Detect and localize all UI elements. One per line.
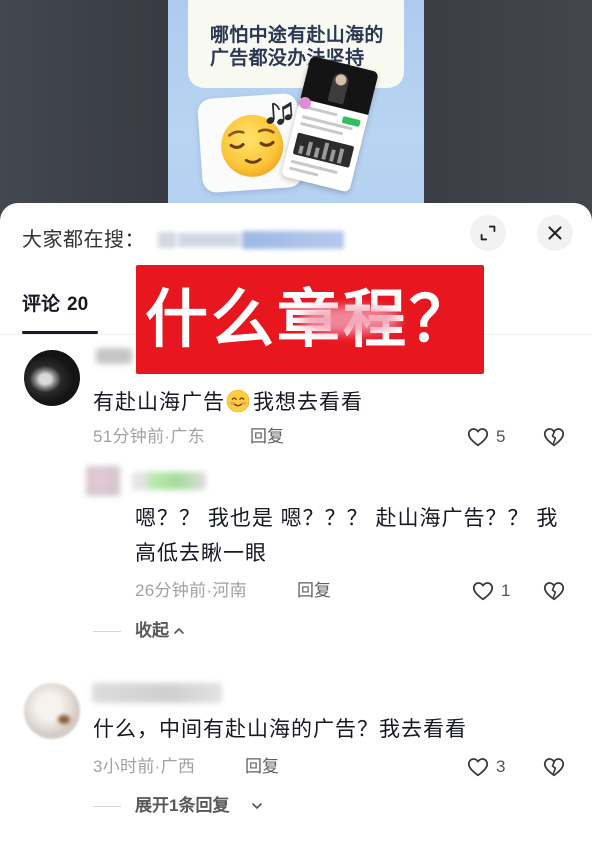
heart-icon [467,758,489,777]
like-button[interactable]: 1 [471,578,510,604]
comment-text-line: 嗯？？ 我也是 嗯？？？ 赴山海广告？？ 我 [135,507,559,530]
reply-button[interactable]: 回复 [297,580,331,602]
broken-heart-icon [543,758,565,777]
expand-icon [480,225,496,241]
decorative-dot [299,97,311,109]
tab-comments[interactable]: 评论 20 [22,292,88,318]
dislike-button[interactable] [540,754,568,780]
music-notes-icon [266,102,293,125]
expand-button[interactable] [470,215,506,251]
comment-text-part: 我想去看看 [253,391,363,414]
reply-button[interactable]: 回复 [250,426,284,448]
search-suggestion[interactable]: 大家都在搜： [22,226,352,254]
like-count: 3 [496,757,506,776]
avatar[interactable] [24,683,80,739]
comment-text-line: 高低去瞅一眼 [135,542,267,565]
username-blurred[interactable] [92,683,222,703]
expand-replies-button[interactable]: 展开1条回复 [93,795,293,817]
overlay-caption-banner: 什么章程？ [136,265,484,374]
expand-replies-label: 展开1条回复 [135,796,230,815]
banner-smudge [300,306,400,334]
video-background[interactable]: 哪怕中途有赴山海的 广告都没办法坚持 [0,0,592,230]
relieved-face-with-music-notes-icon [221,102,293,177]
username-blurred[interactable] [132,472,206,490]
chevron-down-icon [252,803,262,809]
comment-time-location: 3小时前·广西 [93,757,196,776]
smiling-face-emoji-icon [226,389,250,413]
search-keyword-blurred[interactable] [158,228,344,252]
like-count: 5 [496,427,506,446]
like-count: 1 [501,581,511,600]
avatar[interactable] [86,466,120,496]
dislike-button[interactable] [540,424,568,450]
close-button[interactable] [537,215,573,251]
avatar[interactable] [24,350,80,406]
comment-text: 有赴山海广告 我想去看看 [93,389,363,417]
chevron-up-icon [174,628,184,634]
tab-label: 评论 [22,294,61,315]
broken-heart-icon [543,428,565,447]
search-suggestion-label: 大家都在搜： [22,229,145,251]
caption-line: 哪怕中途有赴山海的 [210,25,384,46]
close-icon [548,226,562,240]
dislike-button[interactable] [540,578,568,604]
collapse-label: 收起 [135,621,169,640]
tab-count: 20 [67,294,89,315]
like-button[interactable]: 3 [466,754,505,780]
comment-time-location: 51分钟前·广东 [93,427,205,446]
video-thumbnail-card: 哪怕中途有赴山海的 广告都没办法坚持 [168,0,424,230]
comment-time-location: 26分钟前·河南 [135,581,247,600]
heart-icon [467,428,489,447]
broken-heart-icon [543,582,565,601]
divider-line [93,631,121,632]
comment-sheet-screen: 哪怕中途有赴山海的 广告都没办法坚持 大家都在搜： 评论 20 有赴山海广告 我… [0,0,592,846]
emoji-card [196,92,304,194]
comment-text: 什么，中间有赴山海的广告？我去看看 [93,718,467,741]
phone-screenshot-person [327,71,351,105]
divider-line [93,806,121,807]
heart-icon [472,582,494,601]
collapse-replies-button[interactable]: 收起 [93,620,293,642]
reply-button[interactable]: 回复 [245,756,279,778]
username-blurred[interactable] [96,348,132,364]
like-button[interactable]: 5 [466,424,505,450]
comment-text-part: 有赴山海广告 [93,391,225,414]
